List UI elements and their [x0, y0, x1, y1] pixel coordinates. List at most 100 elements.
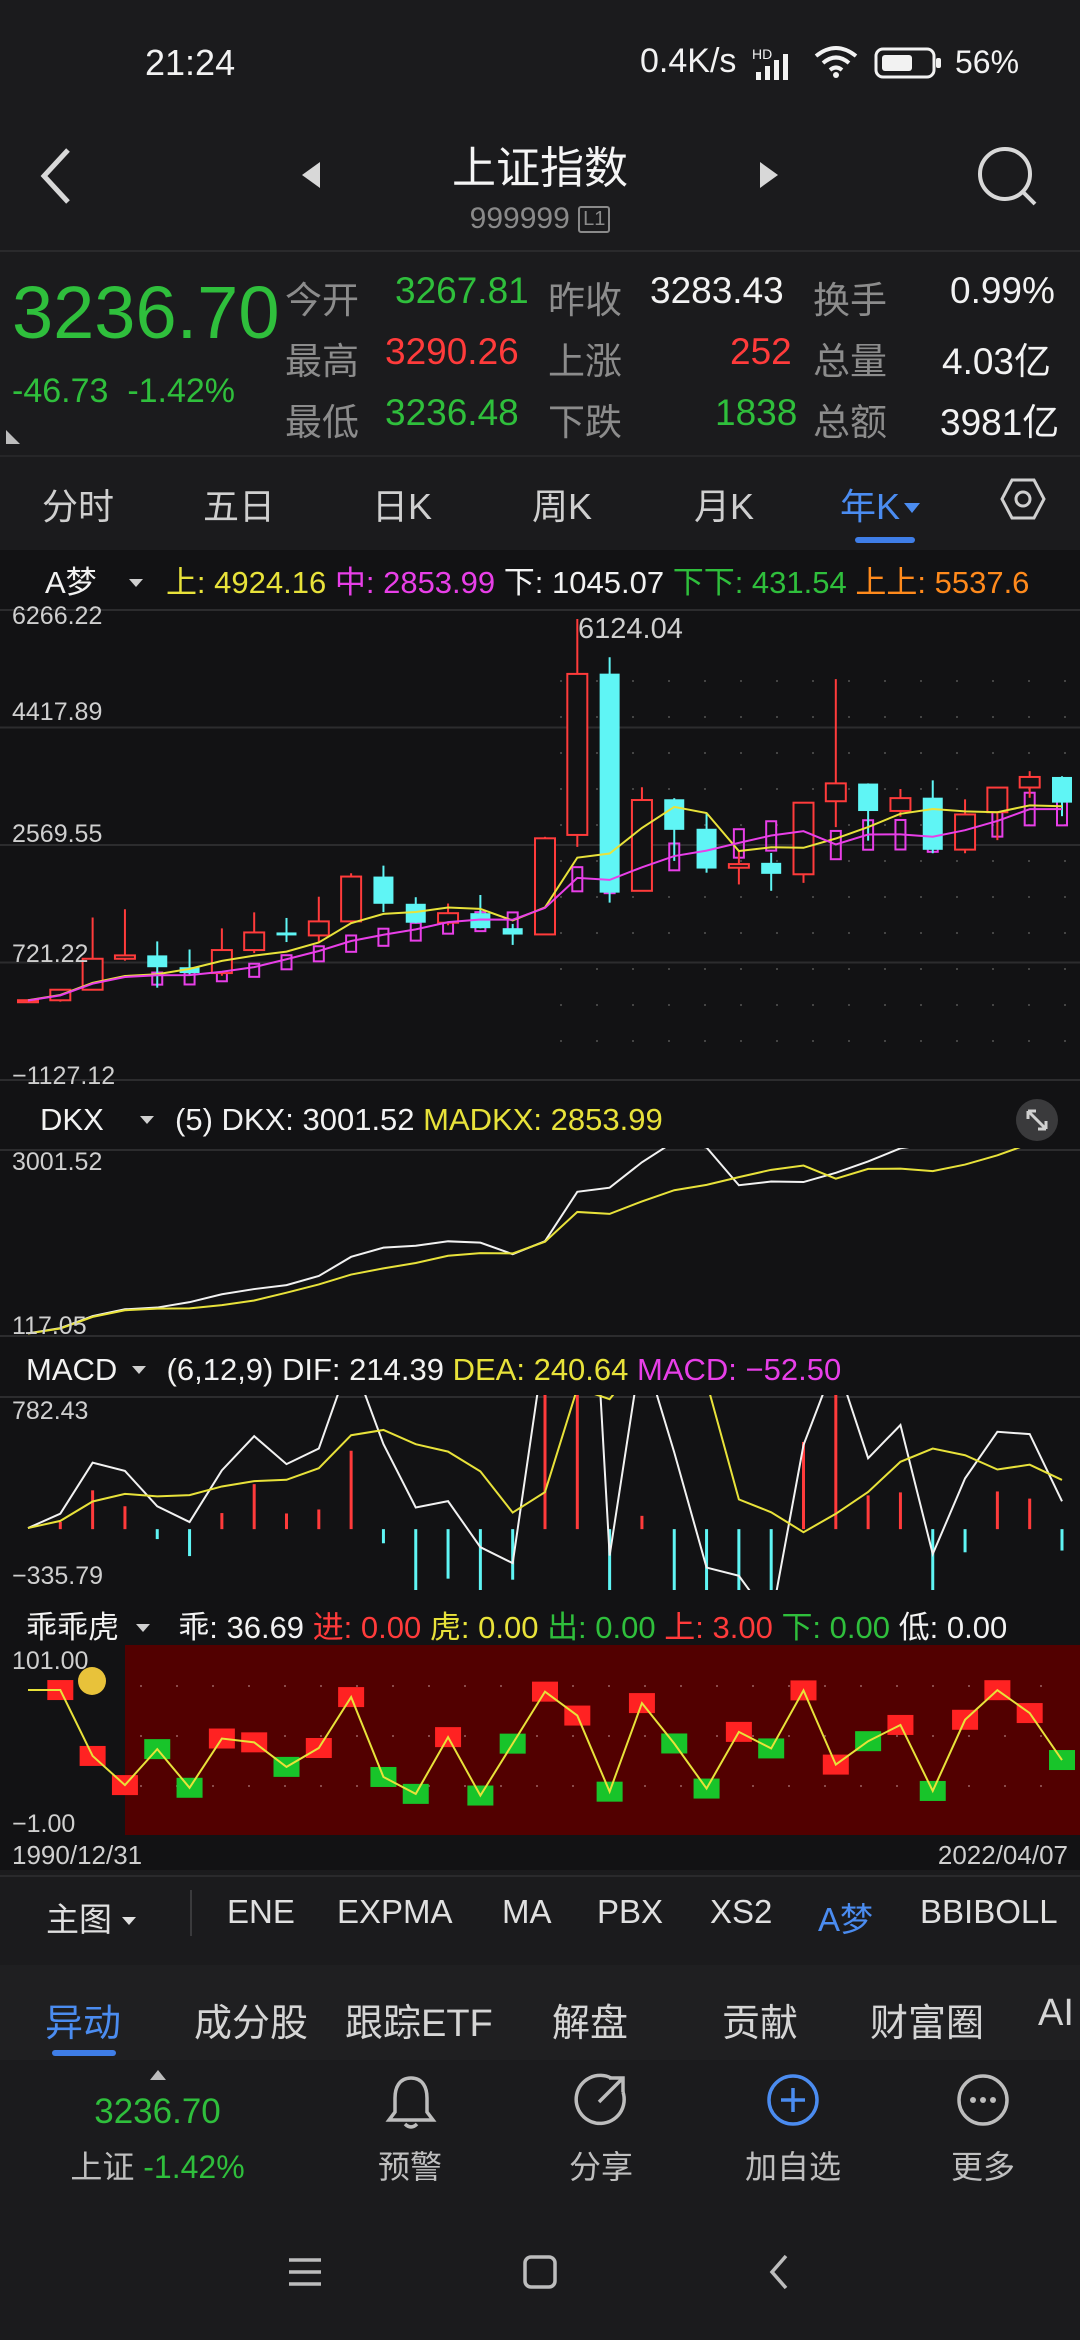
grid-dot [572, 1685, 574, 1687]
dropdown-icon [122, 1917, 136, 1925]
section-tab-ai[interactable]: AI [1038, 1992, 1074, 2035]
zone-background [125, 1645, 1080, 1835]
indicator-expma[interactable]: EXPMA [337, 1893, 453, 1931]
section-tab-wealth[interactable]: 财富圈 [870, 1992, 984, 2047]
upper2-band-value: 上上: 5537.6 [855, 565, 1030, 600]
grid-dot [812, 1040, 814, 1042]
grid-dot [596, 788, 598, 790]
grid-dot [284, 1685, 286, 1687]
grid-dot [704, 680, 706, 682]
add-watchlist-icon[interactable] [765, 2072, 821, 2128]
guaihu-y-top: 101.00 [12, 1647, 89, 1675]
tab-weekly-k[interactable]: 周K [532, 478, 592, 530]
grid-dot [1028, 896, 1030, 898]
share-button[interactable]: 分享 [541, 2142, 661, 2188]
main-chart-selector-label: 主图 [46, 1901, 112, 1938]
bell-icon[interactable] [383, 2072, 439, 2132]
grid-dot [284, 1785, 286, 1787]
search-icon[interactable] [975, 144, 1039, 208]
grid-dot [740, 752, 742, 754]
level-badge: L1 [578, 206, 611, 233]
indicator-pbx[interactable]: PBX [597, 1893, 663, 1931]
tab-monthly-k[interactable]: 月K [694, 478, 754, 530]
grid-dot [740, 860, 742, 862]
menu-icon[interactable] [285, 2255, 325, 2289]
section-tab-anomaly[interactable]: 异动 [45, 1992, 121, 2047]
grid-dot [1064, 752, 1066, 754]
expand-corner-icon[interactable] [4, 428, 22, 446]
more-button[interactable]: 更多 [923, 2142, 1043, 2188]
hexagon-settings-icon[interactable] [1000, 476, 1046, 522]
tab-daily-k[interactable]: 日K [372, 478, 432, 530]
dkx-chart[interactable] [0, 1148, 1080, 1338]
guaihu-chart[interactable] [0, 1645, 1080, 1840]
macd-header[interactable]: MACD (6,12,9) DIF: 214.39 DEA: 240.64 MA… [26, 1352, 841, 1388]
indicator-ameng[interactable]: A梦 [818, 1893, 873, 1941]
grid-dot [848, 680, 850, 682]
tab-five-day[interactable]: 五日 [203, 478, 275, 530]
grid-dot [776, 968, 778, 970]
tab-yearly-k[interactable]: 年K [840, 478, 922, 530]
candle-body [113, 954, 136, 960]
grid-dot [560, 788, 562, 790]
add-watchlist-button[interactable]: 加自选 [733, 2142, 853, 2188]
grid-dot [920, 968, 922, 970]
grid-dot [920, 788, 922, 790]
dkx-params: (5) [175, 1102, 213, 1137]
section-tab-etf[interactable]: 跟踪ETF [345, 1992, 493, 2047]
grid-dot [956, 932, 958, 934]
lower2-band-value: 下下: 431.54 [672, 565, 847, 600]
footer-price[interactable]: 3236.70 [0, 2092, 315, 2132]
dkx-header[interactable]: DKX (5) DKX: 3001.52 MADKX: 2853.99 [40, 1102, 663, 1138]
alert-button[interactable]: 预警 [350, 2142, 470, 2188]
main-indicator-header[interactable]: A梦 上: 4924.16 中: 2853.99 下: 1045.07 下下: … [45, 557, 1029, 602]
grid-dot [1028, 716, 1030, 718]
guaihu-header[interactable]: 乖乖虎 乖: 36.69 进: 0.00 虎: 0.00 出: 0.00 上: … [26, 1602, 1007, 1647]
indicator-ene[interactable]: ENE [227, 1893, 295, 1931]
stock-code: 999999 [469, 202, 570, 235]
section-tab-constituents[interactable]: 成分股 [194, 1992, 308, 2047]
grid-dot [956, 1004, 958, 1006]
grid-dot [428, 1685, 430, 1687]
indicator-ma[interactable]: MA [502, 1893, 552, 1931]
channel-box [312, 945, 325, 963]
down-count-label: 下跌 [548, 402, 622, 443]
share-icon[interactable] [573, 2072, 629, 2128]
grid-dot [428, 1735, 430, 1737]
candle-body [986, 786, 1009, 814]
footer-index-info[interactable]: 上证 -1.42% [0, 2142, 315, 2188]
grid-dot [992, 896, 994, 898]
y-axis-label-3: 2569.55 [12, 820, 103, 848]
candle-body [858, 783, 879, 812]
next-stock-icon[interactable] [756, 160, 782, 190]
grid-dot [992, 752, 994, 754]
grid-dot [1028, 1004, 1030, 1006]
jin-value: 进: 0.00 [312, 1610, 422, 1645]
macd-chart[interactable] [0, 1395, 1080, 1590]
indicator-xs2[interactable]: XS2 [710, 1893, 772, 1931]
grid-dot [740, 1040, 742, 1042]
grid-dot [1040, 1785, 1042, 1787]
dif-value: DIF: 214.39 [282, 1352, 444, 1387]
grid-dot [668, 788, 670, 790]
turnover-label: 换手 [813, 280, 887, 321]
grid-dot [632, 680, 634, 682]
grid-dot [248, 1785, 250, 1787]
end-date: 2022/04/07 [937, 1840, 1068, 1870]
grid-dot [788, 1785, 790, 1787]
system-back-icon[interactable] [766, 2252, 792, 2292]
turnover-value: 0.99% [950, 270, 1055, 311]
grid-dot [608, 1735, 610, 1737]
main-chart-selector[interactable]: 主图 [46, 1893, 138, 1941]
home-icon[interactable] [522, 2254, 558, 2290]
net-speed: 0.4K/s [640, 42, 737, 80]
section-tab-contribution[interactable]: 贡献 [722, 1992, 798, 2047]
section-tab-analysis[interactable]: 解盘 [552, 1992, 628, 2047]
grid-dot [680, 1785, 682, 1787]
fullscreen-icon[interactable] [1015, 1098, 1059, 1142]
tab-intraday[interactable]: 分时 [42, 478, 114, 530]
candlestick-chart[interactable] [0, 600, 1080, 1090]
more-icon[interactable] [955, 2072, 1011, 2128]
indicator-bbiboll[interactable]: BBIBOLL [920, 1893, 1058, 1931]
grid-dot [212, 1785, 214, 1787]
